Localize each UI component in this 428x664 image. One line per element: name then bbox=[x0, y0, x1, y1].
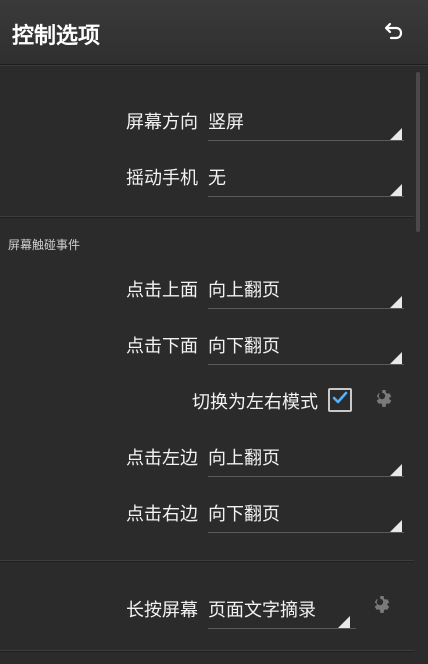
tap-left-label: 点击左边 bbox=[126, 448, 198, 469]
dropdown-arrow-icon[interactable] bbox=[390, 520, 402, 532]
dropdown-arrow-icon[interactable] bbox=[390, 464, 402, 476]
scrollbar[interactable] bbox=[416, 72, 420, 232]
screen-orientation-value[interactable]: 竖屏 bbox=[208, 108, 244, 134]
dropdown-arrow-icon[interactable] bbox=[390, 184, 402, 196]
tap-right-label: 点击右边 bbox=[126, 504, 198, 525]
shake-phone-value[interactable]: 无 bbox=[208, 164, 226, 190]
dropdown-underline bbox=[208, 628, 356, 629]
tap-bottom-label: 点击下面 bbox=[126, 336, 198, 357]
tap-top-value[interactable]: 向上翻页 bbox=[208, 276, 280, 302]
tap-bottom-row[interactable]: 点击下面 向下翻页 bbox=[0, 320, 414, 374]
dropdown-underline bbox=[208, 308, 404, 309]
dropdown-arrow-icon[interactable] bbox=[390, 128, 402, 140]
long-press-label: 长按屏幕 bbox=[126, 600, 198, 621]
dropdown-underline bbox=[208, 196, 404, 197]
touch-events-section-title: 屏幕触碰事件 bbox=[8, 238, 81, 252]
checkmark-icon bbox=[332, 390, 348, 410]
dropdown-underline bbox=[208, 476, 404, 477]
long-press-settings-button[interactable] bbox=[366, 590, 394, 618]
section-divider bbox=[0, 216, 414, 217]
back-button[interactable] bbox=[376, 14, 410, 48]
left-right-mode-row[interactable]: 切换为左右模式 bbox=[0, 380, 414, 420]
long-press-row[interactable]: 长按屏幕 页面文字摘录 bbox=[0, 584, 414, 638]
gear-icon bbox=[370, 384, 394, 412]
dropdown-arrow-icon[interactable] bbox=[338, 616, 350, 628]
page-title: 控制选项 bbox=[12, 24, 101, 49]
dropdown-arrow-icon[interactable] bbox=[390, 296, 402, 308]
section-divider bbox=[0, 560, 414, 561]
shake-phone-label: 摇动手机 bbox=[126, 168, 198, 189]
tap-left-value[interactable]: 向上翻页 bbox=[208, 444, 280, 470]
tap-bottom-value[interactable]: 向下翻页 bbox=[208, 332, 280, 358]
section-divider bbox=[0, 650, 414, 651]
back-icon bbox=[381, 17, 405, 45]
tap-right-value[interactable]: 向下翻页 bbox=[208, 500, 280, 526]
tap-right-row[interactable]: 点击右边 向下翻页 bbox=[0, 488, 414, 542]
screen-orientation-row[interactable]: 屏幕方向 竖屏 bbox=[0, 96, 414, 150]
left-right-mode-label: 切换为左右模式 bbox=[192, 392, 318, 413]
left-right-mode-checkbox[interactable] bbox=[328, 388, 352, 412]
dropdown-underline bbox=[208, 140, 404, 141]
dropdown-underline bbox=[208, 532, 404, 533]
dropdown-underline bbox=[208, 364, 404, 365]
title-bar: 控制选项 bbox=[0, 0, 428, 64]
tap-top-label: 点击上面 bbox=[126, 280, 198, 301]
tap-top-row[interactable]: 点击上面 向上翻页 bbox=[0, 264, 414, 318]
screen-orientation-label: 屏幕方向 bbox=[126, 112, 198, 133]
gear-icon bbox=[368, 590, 392, 618]
dropdown-arrow-icon[interactable] bbox=[390, 352, 402, 364]
long-press-value[interactable]: 页面文字摘录 bbox=[208, 596, 316, 622]
mode-settings-button[interactable] bbox=[368, 384, 396, 412]
tap-left-row[interactable]: 点击左边 向上翻页 bbox=[0, 432, 414, 486]
shake-phone-row[interactable]: 摇动手机 无 bbox=[0, 152, 414, 206]
